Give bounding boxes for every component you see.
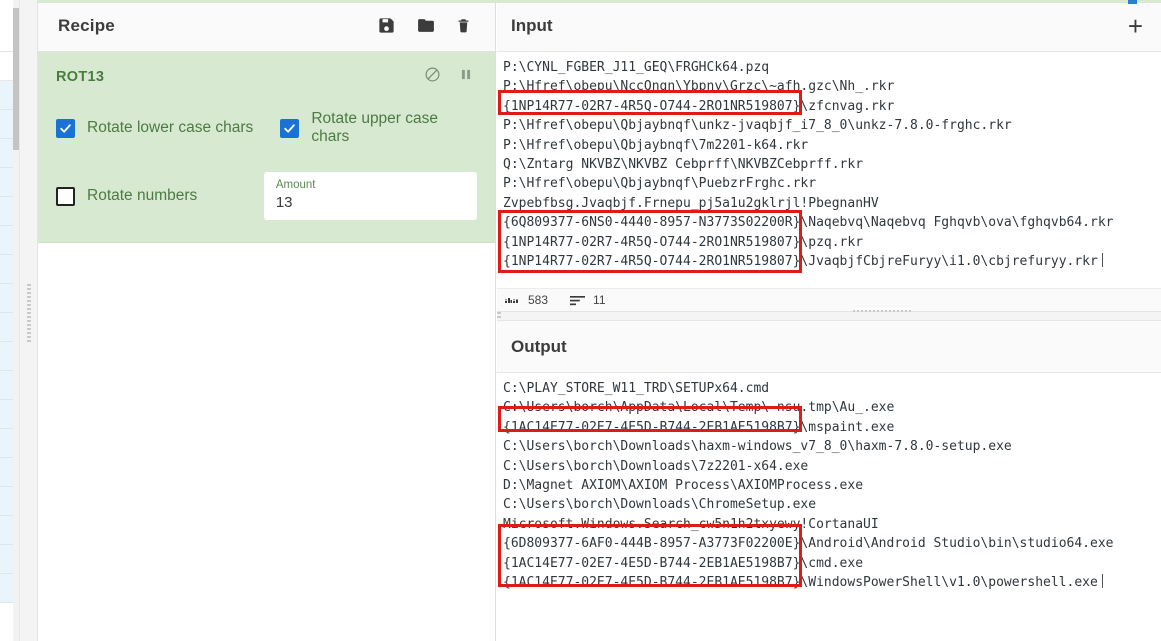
disable-icon[interactable] <box>424 66 441 88</box>
output-textarea: C:\PLAY_STORE_W11_TRD\SETUPx64.cmd C:\Use… <box>497 373 1161 592</box>
text-line: P:\Hfref\obepu\NccQngn\Ybpny\Grzc\~afh.g… <box>503 79 895 95</box>
operation-name: ROT13 <box>56 69 105 85</box>
checkbox-checked-icon[interactable] <box>56 118 75 138</box>
operation-controls <box>424 66 477 88</box>
input-length-status: 583 <box>505 293 548 307</box>
scroll-indicator-mark <box>1128 0 1137 4</box>
vertical-splitter[interactable] <box>20 0 38 641</box>
arg-amount-field[interactable]: Amount 13 <box>263 172 477 220</box>
text-line: C:\PLAY_STORE_W11_TRD\SETUPx64.cmd <box>503 381 770 396</box>
splitter-grip <box>27 284 31 342</box>
recipe-title-bar: Recipe <box>38 0 495 52</box>
folder-icon[interactable] <box>416 16 436 35</box>
text-caret <box>1101 252 1103 267</box>
text-line: Q:\Zntarg NKVBZ\NKVBZ Cebprff\NKVBZCebpr… <box>503 156 864 172</box>
text-line: {6Q809377-6NS0-4440-8957-N3773S02200R}\N… <box>503 215 1114 231</box>
text-line: D:\Magnet AXIOM\AXIOM Process\AXIOMProce… <box>503 477 864 493</box>
text-line: C:\Users\borch\Downloads\haxm-windows_v7… <box>503 439 1012 455</box>
checkbox-checked-icon[interactable] <box>280 118 300 138</box>
operations-scrollbar-thumb[interactable] <box>13 8 19 150</box>
io-splitter[interactable] <box>497 312 1161 321</box>
recipe-drop-area[interactable] <box>38 243 495 641</box>
operation-args-row-2: Rotate numbers Amount 13 <box>56 172 477 220</box>
text-line: {1AC14E77-02E7-4E5D-B744-2EB1AE5198B7}\c… <box>503 555 864 571</box>
arg-amount-value[interactable]: 13 <box>276 193 467 213</box>
text-line: P:\Hfref\obepu\Qbjaybnqf\unkz-jvaqbjf_i7… <box>503 118 1012 134</box>
add-input-tab-button[interactable]: + <box>1128 13 1143 39</box>
splitter-dots <box>497 312 501 320</box>
input-length-value: 583 <box>528 293 549 307</box>
recipe-operation-rot13[interactable]: ROT13 Rotate lower case chars Rotate upp… <box>38 52 495 243</box>
recipe-panel: Recipe ROT13 Rotate lower case chars Rot… <box>38 0 496 641</box>
cyberchef-window: Recipe ROT13 Rotate lower case chars Rot… <box>0 0 1161 641</box>
output-title-bar: Output <box>497 321 1161 373</box>
operations-list-panel[interactable] <box>0 0 20 641</box>
operation-args-row-1: Rotate lower case chars Rotate upper cas… <box>56 110 477 146</box>
text-line: {1NP14R77-02R7-4R5Q-O744-2RO1NR519807}\p… <box>503 234 864 250</box>
arg-label: Rotate upper case chars <box>311 110 439 145</box>
lines-icon <box>570 295 586 306</box>
text-line: {1AC14E77-02E7-4E5D-B744-2EB1AE5198B7}\W… <box>503 573 1161 592</box>
arg-label: Rotate numbers <box>87 187 198 204</box>
input-title-bar: Input + <box>497 0 1161 52</box>
abc-icon <box>505 295 520 306</box>
checkbox-unchecked-icon[interactable] <box>56 186 75 206</box>
pause-icon[interactable] <box>459 67 473 87</box>
input-lines-status: 11 <box>570 293 606 307</box>
input-title: Input <box>511 15 553 35</box>
text-line: {1NP14R77-02R7-4R5Q-O744-2RO1NR519807}\J… <box>503 252 1161 271</box>
text-line: C:\Users\borch\AppData\Local\Temp\~nsu.t… <box>503 400 895 416</box>
input-area[interactable]: P:\CYNL_FGBER_J11_GEQ\FRGHCk64.pzq P:\Hfr… <box>497 52 1161 288</box>
input-line-count-value: 11 <box>593 293 606 307</box>
arg-amount-label: Amount <box>275 179 316 191</box>
text-line: {6D809377-6AF0-444B-8957-A3773F02200E}\A… <box>503 536 1114 552</box>
arg-label: Rotate lower case chars <box>87 119 254 136</box>
top-accent-strip <box>38 0 1161 3</box>
output-area[interactable]: C:\PLAY_STORE_W11_TRD\SETUPx64.cmd C:\Use… <box>497 373 1161 641</box>
trash-icon[interactable] <box>456 16 471 35</box>
arg-rotate-lower-case-chars[interactable]: Rotate lower case chars <box>56 118 280 138</box>
io-column: Input + P:\CYNL_FGBER_J11_GEQ\FRGHCk64.p… <box>497 0 1161 641</box>
text-line: P:\Hfref\obepu\Qbjaybnqf\PuebzrFrghc.rkr <box>503 176 817 192</box>
text-line: C:\Users\borch\Downloads\7z2201-x64.exe <box>503 458 809 474</box>
recipe-actions <box>377 16 481 35</box>
text-caret <box>1101 573 1103 588</box>
save-icon[interactable] <box>377 16 396 35</box>
text-line: {1NP14R77-02R7-4R5Q-O744-2RO1NR519807}\z… <box>503 98 895 114</box>
arg-rotate-upper-case-chars[interactable]: Rotate upper case chars <box>280 110 477 146</box>
operation-header: ROT13 <box>56 66 477 88</box>
input-textarea[interactable]: P:\CYNL_FGBER_J11_GEQ\FRGHCk64.pzq P:\Hfr… <box>497 52 1161 271</box>
recipe-title: Recipe <box>58 15 115 35</box>
output-title: Output <box>511 336 567 356</box>
text-line: C:\Users\borch\Downloads\ChromeSetup.exe <box>503 497 817 513</box>
input-status-bar: 583 11 <box>497 288 1161 314</box>
arg-rotate-numbers[interactable]: Rotate numbers <box>56 186 258 206</box>
text-line: {1AC14E77-02E7-4E5D-B744-2EB1AE5198B7}\m… <box>503 419 895 435</box>
text-line: Zvpebfbsg.Jvaqbjf.Frnepu_pj5a1u2gklrjl!P… <box>503 195 879 211</box>
text-line: P:\Hfref\obepu\Qbjaybnqf\7m2201-k64.rkr <box>503 137 809 153</box>
text-line: Microsoft.Windows.Search_cw5n1h2txyewy!C… <box>503 516 879 532</box>
text-line: P:\CYNL_FGBER_J11_GEQ\FRGHCk64.pzq <box>503 60 770 75</box>
